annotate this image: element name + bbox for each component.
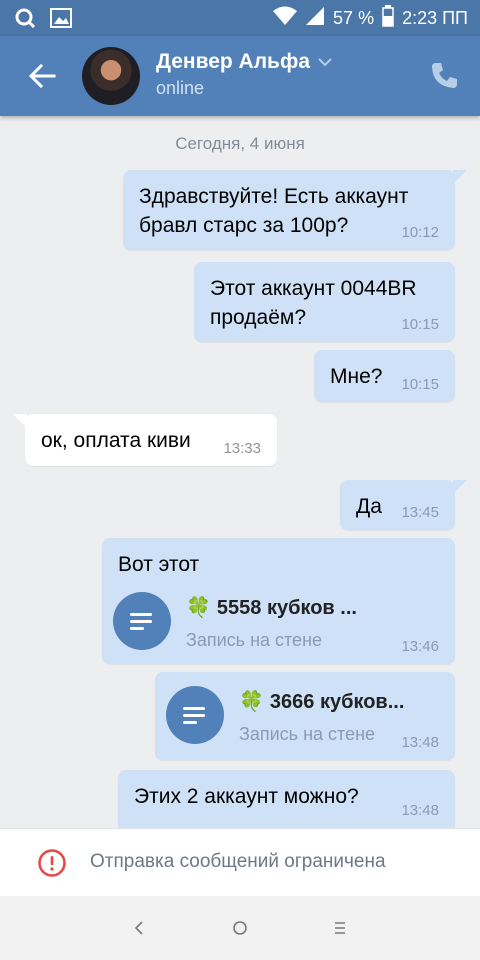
phone-icon[interactable] — [428, 60, 460, 92]
image-icon — [50, 8, 72, 33]
message-text: Да — [356, 495, 382, 518]
message-bubble-out[interactable]: Да 13:45 — [340, 480, 467, 530]
message-bubble-out[interactable]: Вот этот 🍀 5558 кубков ... Запись на сте… — [102, 538, 455, 664]
message-bubble-out[interactable]: 🍀 3666 кубков... Запись на стене 13:48 — [155, 672, 455, 760]
message-list[interactable]: Сегодня, 4 июня Здравствуйте! Есть аккау… — [0, 116, 480, 832]
message-text: продаём? — [210, 306, 306, 329]
wall-post-title[interactable]: 🍀 3666 кубков... — [239, 688, 404, 717]
messaging-restricted-banner: Отправка сообщений ограничена — [0, 828, 480, 897]
wall-post-title[interactable]: 🍀 5558 кубков ... — [186, 594, 357, 623]
status-time: 2:23 ПП — [402, 7, 468, 28]
nav-back-icon[interactable] — [128, 916, 152, 940]
clover-emoji: 🍀 — [186, 597, 211, 619]
message-time: 13:46 — [401, 638, 439, 655]
battery-percent: 57 % — [333, 7, 375, 28]
message-text: Здравствуйте! Есть аккаунт — [139, 185, 409, 208]
wifi-icon — [273, 6, 298, 31]
message-text: Вот этот — [118, 553, 200, 576]
date-divider: Сегодня, 4 июня — [175, 134, 305, 153]
message-text: бравл старс за 100р? — [139, 214, 349, 237]
message-time: 13:48 — [401, 734, 439, 751]
signal-icon — [305, 6, 325, 31]
contact-status: online — [156, 78, 205, 98]
chat-header: Денвер Альфа online — [0, 36, 480, 116]
post-icon[interactable] — [113, 592, 171, 650]
message-bubble-out[interactable]: Мне? 10:15 — [314, 350, 455, 402]
wall-post-title-text: 3666 кубков... — [269, 691, 405, 713]
message-time: 13:45 — [401, 504, 439, 521]
clover-emoji: 🍀 — [239, 691, 264, 713]
message-bubble-out[interactable]: Этих 2 аккаунт можно? 13:48 — [118, 770, 455, 832]
message-bubble-out[interactable]: Здравствуйте! Есть аккаунт бравл старс з… — [123, 170, 467, 250]
message-time: 10:15 — [401, 316, 439, 333]
wall-post-subtitle: Запись на стене — [239, 724, 376, 744]
message-text: Этих 2 аккаунт можно? — [134, 785, 359, 808]
message-time: 13:48 — [401, 802, 439, 819]
back-arrow-icon[interactable] — [24, 58, 60, 94]
search-icon — [14, 7, 36, 34]
contact-name-label: Денвер Альфа — [156, 50, 311, 73]
message-text: Мне? — [330, 365, 383, 388]
wall-post-title-text: 5558 кубков ... — [216, 597, 357, 619]
contact-name[interactable]: Денвер Альфа — [156, 50, 332, 74]
battery-icon — [382, 4, 394, 32]
message-text: Этот аккаунт 0044BR — [210, 277, 417, 300]
message-bubble-out[interactable]: Этот аккаунт 0044BR продаём? 10:15 — [194, 262, 455, 342]
status-bar: 57 % 2:23 ПП — [0, 0, 480, 36]
warning-icon — [38, 849, 66, 877]
nav-recents-icon[interactable] — [328, 916, 352, 940]
message-time: 13:33 — [223, 440, 261, 457]
message-time: 10:12 — [401, 224, 439, 241]
nav-home-icon[interactable] — [228, 916, 252, 940]
banner-text: Отправка сообщений ограничена — [90, 851, 386, 872]
system-nav-bar — [0, 896, 480, 960]
wall-post-subtitle: Запись на стене — [186, 630, 323, 650]
chevron-down-icon — [318, 58, 332, 67]
message-text: ок, оплата киви — [41, 429, 191, 452]
avatar[interactable] — [82, 47, 140, 105]
post-icon[interactable] — [166, 686, 224, 744]
message-time: 10:15 — [401, 376, 439, 393]
message-bubble-in[interactable]: ок, оплата киви 13:33 — [13, 414, 277, 466]
